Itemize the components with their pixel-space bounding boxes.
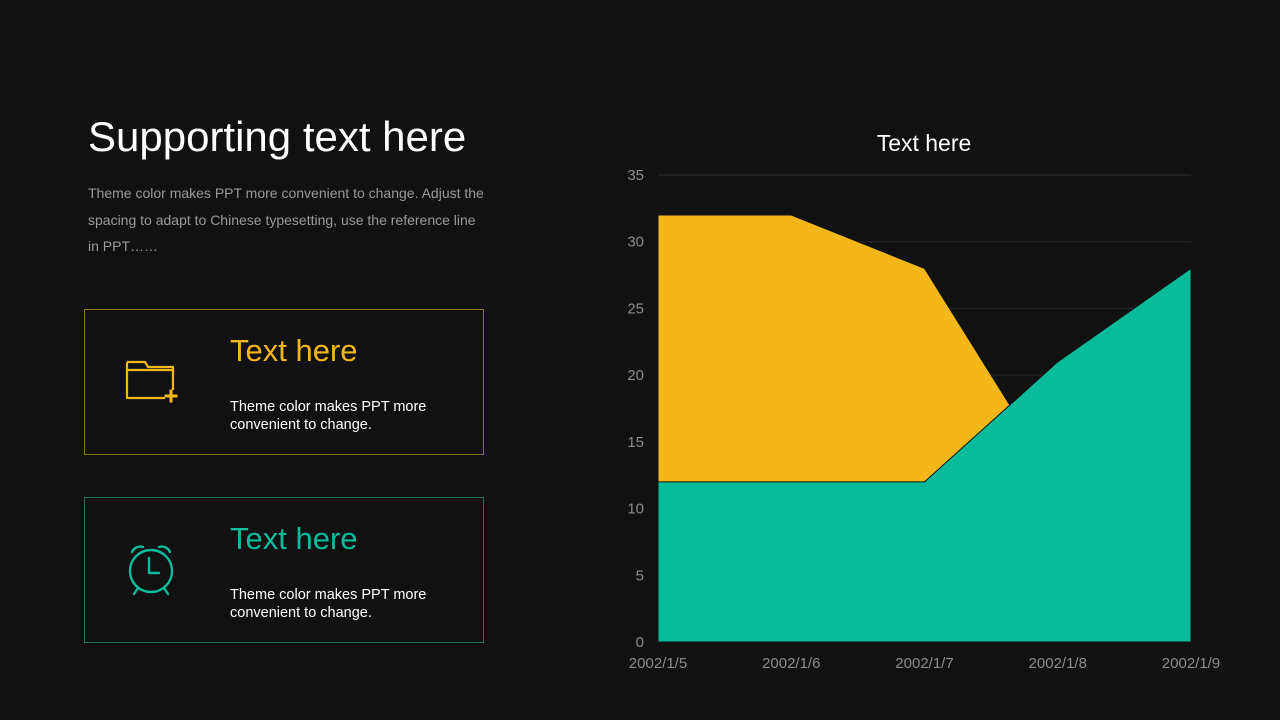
description: Theme color makes PPT more convenient to…	[88, 185, 484, 254]
feature-card-folder: Text here Theme color makes PPT more con…	[84, 309, 484, 455]
y-tick-label: 20	[627, 367, 644, 384]
y-tick-label: 0	[636, 634, 644, 651]
y-tick-label: 25	[627, 300, 644, 317]
x-tick-label: 2002/1/7	[895, 655, 953, 672]
y-tick-label: 5	[636, 567, 644, 584]
y-tick-label: 10	[627, 501, 644, 518]
x-tick-label: 2002/1/5	[629, 655, 687, 672]
y-tick-label: 15	[627, 434, 644, 451]
chart-title: Text here	[877, 130, 972, 156]
headline: Supporting text here	[88, 113, 467, 160]
y-tick-label: 35	[627, 167, 644, 184]
y-tick-label: 30	[627, 234, 644, 251]
x-tick-label: 2002/1/6	[762, 655, 820, 672]
feature-card-alarm: Text here Theme color makes PPT more con…	[84, 497, 484, 643]
area-chart-svg: Text here 0 5 10 15 20 25 30 35 2002/1/5 2002/1/6…	[627, 130, 1220, 672]
card-title: Text here	[230, 521, 358, 556]
x-tick-label: 2002/1/8	[1029, 655, 1087, 672]
card-text: Theme color makes PPT more convenient to…	[230, 587, 427, 621]
area-chart: Text here 0 5 10 15 20 25 30 35 2002/1/5 2002/1/6…	[600, 110, 1240, 690]
card-text: Theme color makes PPT more convenient to…	[230, 399, 427, 433]
folder-plus-icon	[125, 360, 178, 403]
alarm-clock-icon	[128, 545, 174, 596]
x-tick-label: 2002/1/9	[1162, 655, 1220, 672]
card-title: Text here	[230, 333, 358, 368]
